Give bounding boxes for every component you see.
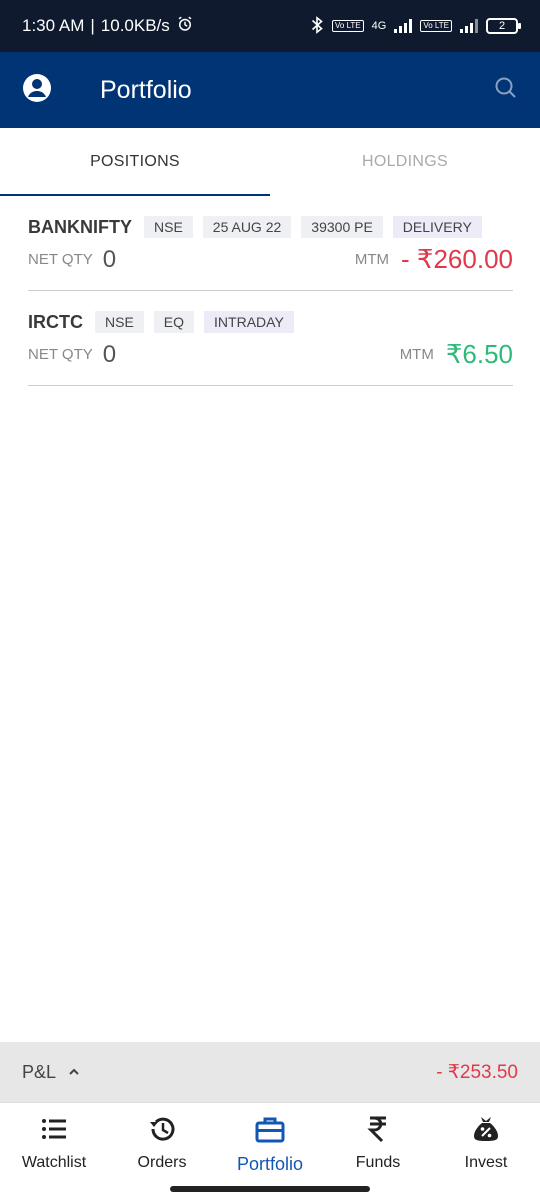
- position-symbol: IRCTC: [28, 311, 83, 332]
- status-icons: Vo LTE 4G Vo LTE 2: [310, 15, 521, 37]
- mtm-label: MTM: [354, 251, 390, 268]
- nav-label: Orders: [137, 1154, 187, 1171]
- product-type-tag: DELIVERY: [392, 216, 482, 238]
- list-icon: [40, 1115, 68, 1148]
- mtm-label: MTM: [399, 346, 434, 363]
- nav-label: Portfolio: [236, 1154, 304, 1174]
- net-qty-label: NET QTY: [28, 346, 93, 363]
- position-row-banknifty[interactable]: BANKNIFTY NSE 25 AUG 22 39300 PE DELIVER…: [28, 196, 513, 291]
- mtm-value: - ₹260.00: [401, 244, 513, 274]
- net-qty-value: 0: [102, 340, 117, 368]
- battery-icon: 2: [486, 18, 521, 34]
- pnl-summary-bar[interactable]: P&L - ₹253.50: [0, 1042, 540, 1102]
- account-icon[interactable]: [22, 73, 52, 108]
- pnl-label: P&L: [22, 1061, 57, 1082]
- bluetooth-icon: [310, 15, 324, 37]
- chevron-up-icon[interactable]: [68, 1064, 80, 1080]
- volte-badge: Vo LTE: [332, 20, 364, 32]
- tab-positions[interactable]: POSITIONS: [0, 128, 270, 196]
- signal-icon-2: [460, 19, 478, 33]
- app-bar: Portfolio: [0, 52, 540, 128]
- position-row-irctc[interactable]: IRCTC NSE EQ INTRADAY NET QTY 0 MTM ₹6.5…: [28, 291, 513, 386]
- strike-tag: 39300 PE: [301, 216, 383, 238]
- pnl-value: - ₹253.50: [436, 1061, 518, 1083]
- briefcase-icon: [255, 1115, 285, 1148]
- nav-label: Funds: [355, 1154, 401, 1171]
- rupee-icon: [366, 1115, 390, 1148]
- positions-list: BANKNIFTY NSE 25 AUG 22 39300 PE DELIVER…: [28, 196, 513, 386]
- history-icon: [147, 1115, 177, 1148]
- status-bar: 1:30 AM | 10.0KB/s Vo LTE 4G Vo LTE 2: [0, 0, 540, 52]
- signal-icon: [394, 19, 413, 33]
- search-icon[interactable]: [494, 76, 518, 105]
- status-time-group: 1:30 AM | 10.0KB/s: [22, 15, 194, 38]
- exchange-tag: NSE: [95, 311, 144, 333]
- nav-invest[interactable]: Invest: [432, 1103, 540, 1200]
- volte-badge-2: Vo LTE: [420, 20, 452, 32]
- money-bag-icon: [472, 1115, 500, 1148]
- network-speed: 10.0KB/s: [100, 16, 170, 35]
- position-symbol: BANKNIFTY: [28, 216, 132, 237]
- network-type: 4G: [371, 20, 387, 32]
- segment-tag: EQ: [153, 311, 195, 333]
- nav-label: Invest: [464, 1154, 508, 1171]
- nav-label: Watchlist: [21, 1154, 87, 1171]
- portfolio-tabs: POSITIONS HOLDINGS: [0, 128, 540, 196]
- exchange-tag: NSE: [144, 216, 193, 238]
- alarm-icon: [176, 15, 194, 38]
- net-qty-label: NET QTY: [28, 251, 93, 268]
- status-time: 1:30 AM: [22, 16, 85, 35]
- tab-holdings[interactable]: HOLDINGS: [270, 128, 540, 196]
- page-title: Portfolio: [100, 75, 192, 104]
- product-type-tag: INTRADAY: [204, 311, 294, 333]
- gesture-home-bar[interactable]: [170, 1186, 370, 1192]
- expiry-tag: 25 AUG 22: [202, 216, 292, 238]
- net-qty-value: 0: [102, 245, 117, 273]
- nav-watchlist[interactable]: Watchlist: [0, 1103, 108, 1200]
- mtm-value: ₹6.50: [445, 339, 513, 369]
